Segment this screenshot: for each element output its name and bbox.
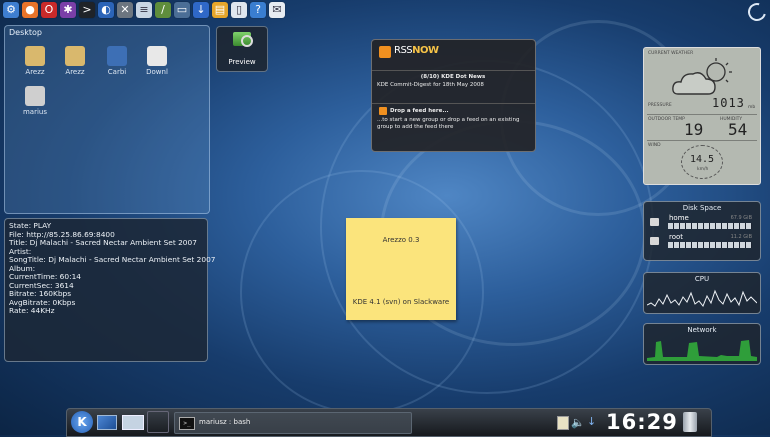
desktop-folder-view: Desktop Arezz Arezz Carbi Downl marius (4, 25, 210, 214)
rss-icon (379, 46, 391, 58)
rss-now-widget: RSSNOW (8/10) KDE Dot News KDE Commit-Di… (371, 39, 536, 152)
file-icon (107, 46, 127, 66)
pressure-value: 1013 (712, 96, 745, 110)
volume-icon[interactable]: 🔈 (571, 416, 585, 429)
desktop-icon[interactable]: Arezz (57, 46, 93, 76)
desktop-icon[interactable]: Downl (139, 46, 175, 76)
brush-icon[interactable]: / (155, 2, 171, 18)
kde-menu-icon[interactable]: ⚙ (3, 2, 19, 18)
desktop-icon-label: marius (22, 108, 47, 116)
taskbar-panel: K >_ mariusz : bash 🔈 ↓ 16:29 (66, 408, 712, 437)
wind-value: 14.5 (690, 154, 715, 165)
disk-title: Disk Space (682, 204, 722, 212)
desktop-icon[interactable]: Carbi (99, 46, 135, 76)
task-label: mariusz : bash (199, 418, 251, 426)
disk-space-widget: Disk Space home 67.9 GiB root 11.2 GiB (643, 201, 761, 261)
outdoor-temp-value: 19 (684, 120, 704, 139)
update-download-icon[interactable]: ↓ (587, 415, 596, 428)
disk-size: 11.2 GiB (730, 234, 752, 240)
chat-icon[interactable]: ? (250, 2, 266, 18)
divider (372, 103, 535, 104)
quicklaunch-bar: ⚙ ● O ✱ > ◐ ✕ ≡ / ▭ ↓ ▤ ▯? ✉ (0, 0, 770, 20)
file-icon (65, 46, 85, 66)
note-title: Arezzo 0.3 (382, 236, 420, 244)
disk-name: root (669, 233, 684, 241)
file-icon (147, 46, 167, 66)
file-icon (25, 46, 45, 66)
network-icon[interactable]: ◐ (98, 2, 114, 18)
preview-button[interactable]: Preview (216, 26, 268, 72)
network-graph (647, 340, 757, 361)
terminal-icon: >_ (179, 417, 195, 430)
harddisk-icon (650, 237, 659, 245)
system-settings-icon[interactable] (122, 415, 144, 430)
weather-header: CURRENT WEATHER (648, 51, 694, 56)
divider (372, 70, 535, 71)
disk-usage-bar (668, 242, 752, 248)
rss-drop-text[interactable]: ...to start a new group or drop a feed o… (377, 117, 529, 131)
task-mariusz-bash[interactable]: >_ mariusz : bash (174, 412, 412, 434)
pressure-label: PRESSURE (648, 103, 672, 108)
harddisk-icon (650, 218, 659, 226)
divider (647, 114, 757, 115)
desktop-icon[interactable]: marius (17, 86, 53, 116)
pressure-unit: mb (748, 105, 756, 110)
rss-brand: RSSNOW (394, 45, 439, 56)
kde-launcher-icon[interactable]: K (71, 411, 93, 433)
humidity-value: 54 (728, 120, 748, 139)
disk-name: home (669, 214, 689, 222)
disk-usage-bar (668, 223, 752, 229)
wind-label: WIND (648, 143, 661, 148)
disk-size: 67.9 GiB (730, 215, 752, 221)
magnifier-icon (233, 32, 253, 47)
weather-station-widget: CURRENT WEATHER PRESSURE 1013 mb OUTDOOR… (643, 47, 761, 185)
pager-icon[interactable] (147, 411, 169, 433)
cpu-graph (647, 289, 757, 307)
monitor-icon[interactable]: ▭ (174, 2, 190, 18)
network-monitor-widget: Network (643, 323, 761, 365)
clipboard-icon[interactable] (557, 416, 569, 430)
outdoor-label: OUTDOOR TEMP (648, 117, 685, 122)
disk-row-root[interactable]: root 11.2 GiB (650, 233, 752, 249)
notes-icon[interactable]: ▤ (212, 2, 228, 18)
rss-drop-title: Drop a feed here... (390, 108, 449, 114)
note-body: KDE 4.1 (svn) on Slackware (352, 298, 450, 306)
desktop-icon-label: Arezz (25, 68, 45, 76)
network-title: Network (687, 326, 717, 334)
mail-icon[interactable]: ✉ (269, 2, 285, 18)
opera-icon[interactable]: O (41, 2, 57, 18)
cpu-monitor-widget: CPU (643, 272, 761, 314)
paper-icon[interactable]: ▯ (231, 2, 247, 18)
document-icon[interactable]: ≡ (136, 2, 152, 18)
rss-item-title[interactable]: (8/10) KDE Dot News (377, 74, 529, 81)
desktop-icon-label: Arezz (65, 68, 85, 76)
tools-icon[interactable]: ✕ (117, 2, 133, 18)
player-info-line: Rate: 44KHz (9, 306, 55, 315)
show-desktop-icon[interactable] (97, 415, 117, 430)
cpu-title: CPU (694, 275, 710, 283)
desktop-title: Desktop (9, 28, 42, 37)
preview-label: Preview (228, 58, 256, 66)
download-icon[interactable]: ↓ (193, 2, 209, 18)
desktop-icon-label: Carbi (107, 68, 127, 76)
clock[interactable]: 16:29 (606, 410, 678, 434)
player-info-line: Title: Dj Malachi - Sacred Nectar Ambien… (9, 238, 197, 247)
now-playing-widget: State: PLAY File: http://85.25.86.69:8400… (4, 218, 216, 362)
player-info-line: SongTitle: Dj Malachi - Sacred Nectar Am… (9, 255, 216, 264)
desktop-icon-label: Downl (146, 68, 168, 76)
media-icon[interactable]: ✱ (60, 2, 76, 18)
file-icon (25, 86, 45, 106)
sticky-note[interactable]: Arezzo 0.3 KDE 4.1 (svn) on Slackware (346, 218, 456, 320)
divider (647, 140, 757, 141)
feed-icon (379, 107, 387, 115)
trash-icon[interactable] (683, 412, 697, 432)
cloud-sun-icon (672, 58, 732, 95)
firefox-icon[interactable]: ● (22, 2, 38, 18)
disk-row-home[interactable]: home 67.9 GiB (650, 214, 752, 230)
rss-item-text[interactable]: KDE Commit-Digest for 18th May 2008 (377, 82, 529, 89)
terminal-icon[interactable]: > (79, 2, 95, 18)
desktop-icon[interactable]: Arezz (17, 46, 53, 76)
wind-unit: km/h (697, 167, 709, 172)
